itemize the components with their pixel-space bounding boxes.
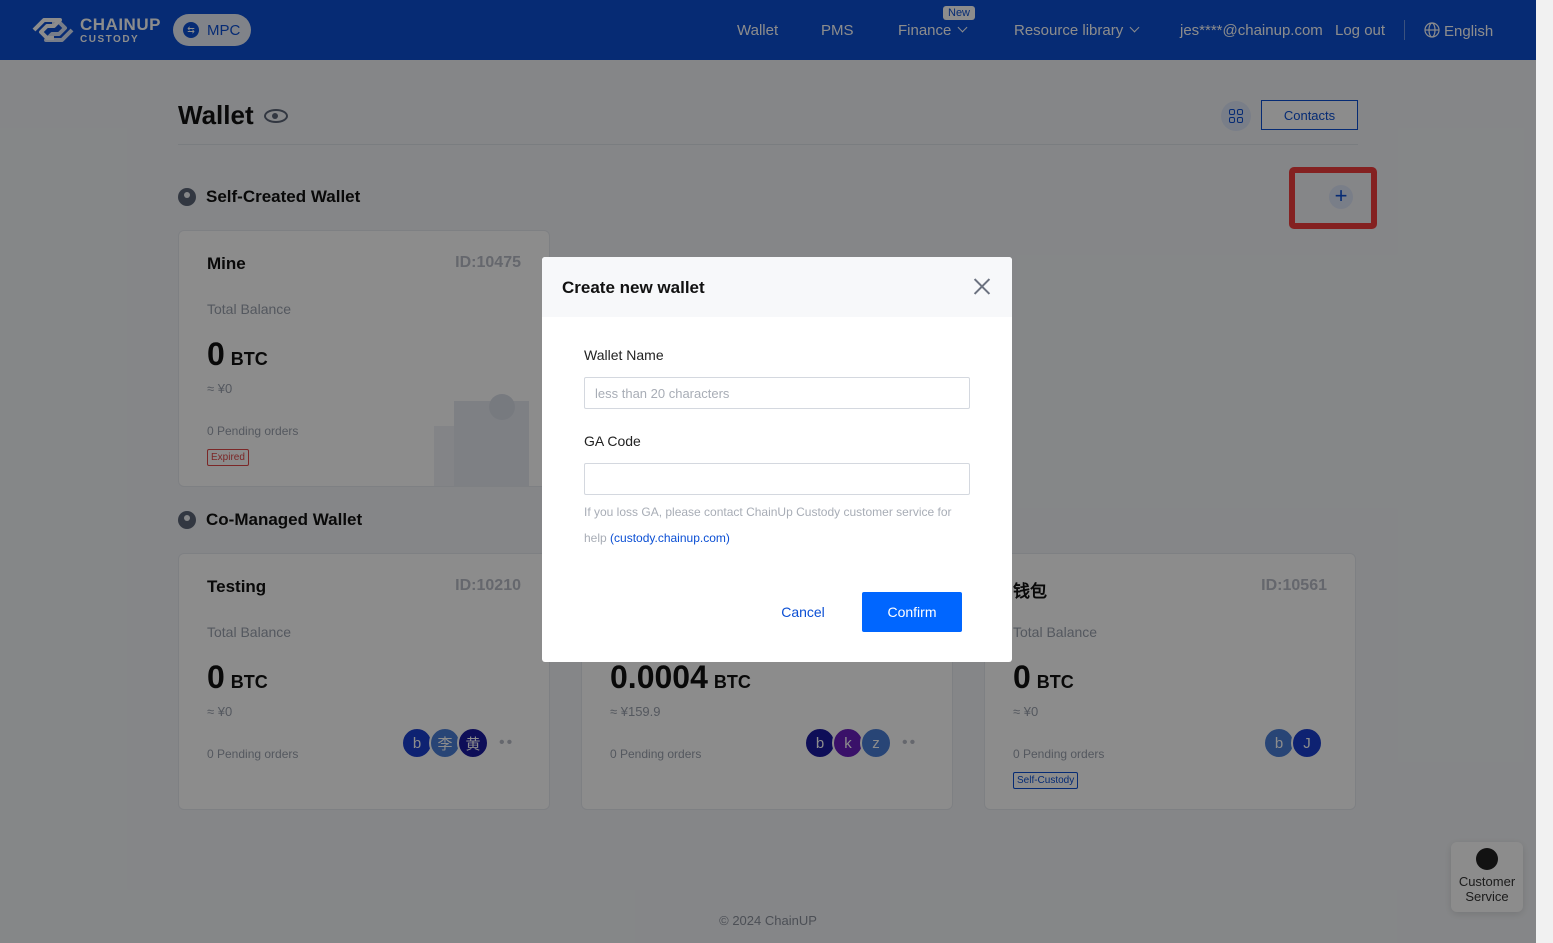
custody-support-link[interactable]: (custody.chainup.com) — [610, 531, 730, 545]
confirm-button[interactable]: Confirm — [862, 592, 962, 632]
modal-title: Create new wallet — [562, 278, 705, 297]
create-wallet-modal: Create new wallet Wallet Name GA Code If… — [542, 257, 1012, 662]
modal-header: Create new wallet — [542, 257, 1012, 317]
ga-help-text: If you loss GA, please contact ChainUp C… — [584, 499, 974, 551]
ga-code-label: GA Code — [584, 433, 641, 449]
close-icon[interactable] — [973, 277, 991, 295]
scrollbar-track[interactable] — [1536, 0, 1553, 943]
ga-code-input[interactable] — [584, 463, 970, 495]
wallet-name-input[interactable] — [584, 377, 970, 409]
wallet-name-label: Wallet Name — [584, 347, 664, 363]
cancel-button[interactable]: Cancel — [778, 592, 828, 632]
